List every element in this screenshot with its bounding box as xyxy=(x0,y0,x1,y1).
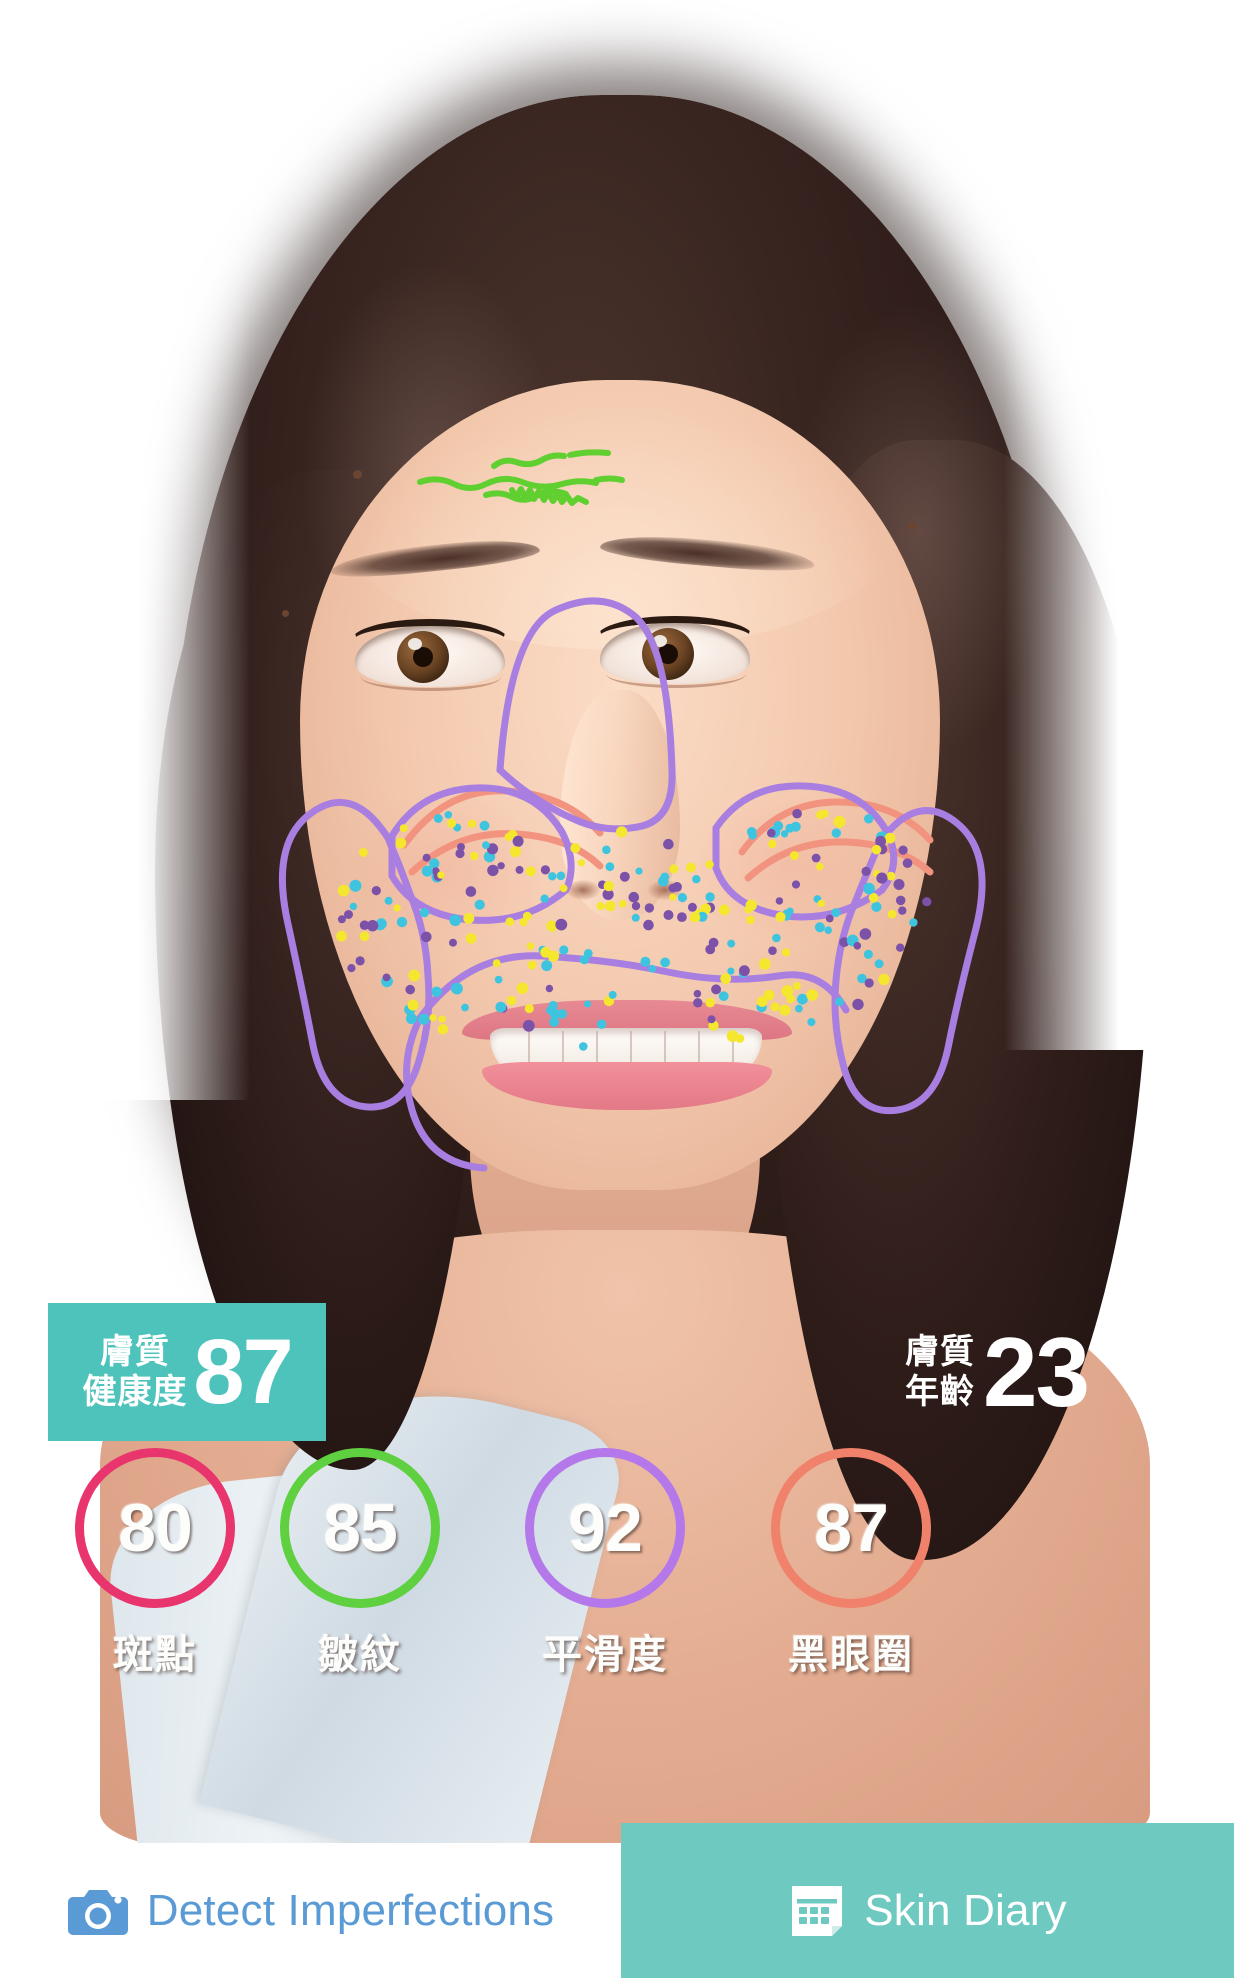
mole-decoration xyxy=(908,522,916,530)
detect-imperfections-button[interactable]: Detect Imperfections xyxy=(0,1843,621,1978)
metric-wrinkles-score: 85 xyxy=(323,1490,398,1566)
nostril-decoration xyxy=(648,880,682,900)
metric-dark-circles-ring: 87 xyxy=(771,1448,931,1608)
metric-dark-circles-score: 87 xyxy=(814,1490,889,1566)
mole-decoration xyxy=(353,470,362,479)
cheek-blush-decoration xyxy=(345,790,545,950)
photo-edge-fade xyxy=(0,0,250,1100)
toolbar-teal-extension xyxy=(621,1823,1234,1843)
skin-health-label: 膚質 健康度 xyxy=(82,1333,188,1411)
calendar-icon xyxy=(792,1885,843,1936)
camera-icon xyxy=(67,1889,128,1935)
mole-decoration xyxy=(282,610,289,617)
metric-dark-circles-label: 黑眼圈 xyxy=(788,1633,914,1677)
skin-health-score: 87 xyxy=(193,1321,293,1423)
right-eye-decoration xyxy=(596,616,754,688)
skin-age-score: 23 xyxy=(983,1317,1090,1427)
bottom-toolbar: Detect Imperfections Skin Diary xyxy=(0,1843,1234,1978)
metric-wrinkles-label: 皺紋 xyxy=(318,1633,402,1677)
metric-smoothness[interactable]: 92 平滑度 xyxy=(500,1448,710,1680)
mouth-decoration xyxy=(462,1000,792,1110)
nostril-decoration xyxy=(566,880,600,900)
skin-diary-button[interactable]: Skin Diary xyxy=(621,1843,1234,1978)
left-eye-decoration xyxy=(351,619,509,691)
metric-score-row: 80 斑點 85 皺紋 92 平滑度 87 黑眼圈 xyxy=(0,1448,1234,1698)
detect-imperfections-label: Detect Imperfections xyxy=(146,1885,555,1935)
cheek-blush-decoration xyxy=(690,785,890,945)
metric-wrinkles[interactable]: 85 皺紋 xyxy=(255,1448,465,1680)
skin-age-label: 膚質 年齡 xyxy=(905,1333,975,1411)
skin-age-badge[interactable]: 膚質 年齡 23 xyxy=(905,1303,1205,1441)
skin-analysis-screen: 膚質 健康度 87 膚質 年齡 23 80 斑點 85 皺紋 92 平滑度 87… xyxy=(0,0,1234,1978)
metric-spots-score: 80 xyxy=(118,1490,193,1566)
metric-smoothness-score: 92 xyxy=(568,1490,643,1566)
skin-health-badge[interactable]: 膚質 健康度 87 xyxy=(48,1303,326,1441)
metric-spots-label: 斑點 xyxy=(113,1633,197,1677)
photo-edge-fade xyxy=(1004,0,1234,1050)
forehead-highlight-decoration xyxy=(340,400,900,650)
metric-wrinkles-ring: 85 xyxy=(280,1448,440,1608)
metric-spots[interactable]: 80 斑點 xyxy=(50,1448,260,1680)
skin-diary-label: Skin Diary xyxy=(864,1885,1067,1935)
metric-dark-circles[interactable]: 87 黑眼圈 xyxy=(746,1448,956,1680)
metric-smoothness-ring: 92 xyxy=(525,1448,685,1608)
metric-smoothness-label: 平滑度 xyxy=(542,1633,668,1677)
metric-spots-ring: 80 xyxy=(75,1448,235,1608)
